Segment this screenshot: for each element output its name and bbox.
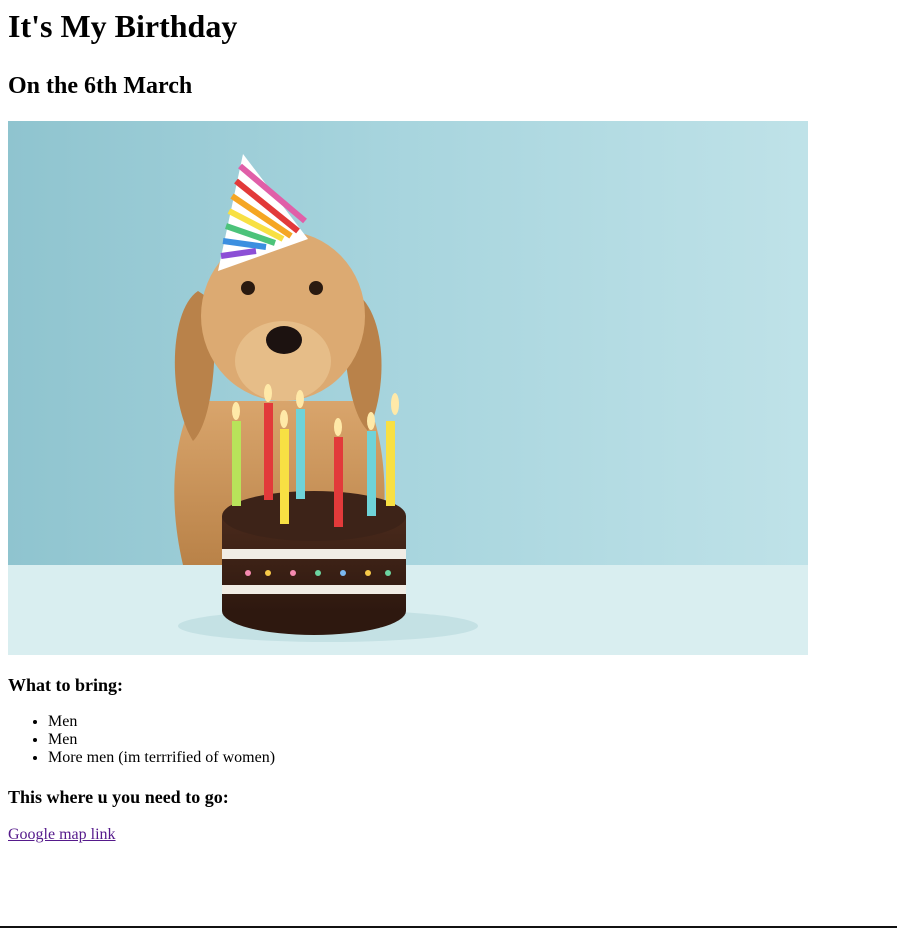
page-title: It's My Birthday xyxy=(8,8,238,44)
google-map-link[interactable]: Google map link xyxy=(8,826,116,843)
birthday-dog-image xyxy=(8,121,808,655)
list-item: Men xyxy=(48,731,889,749)
window-bottom-edge xyxy=(0,926,897,928)
list-item: Men xyxy=(48,713,889,731)
list-item: More men (im terrrified of women) xyxy=(48,749,889,767)
page-content: It's My Birthday On the 6th March What t… xyxy=(0,8,897,844)
bring-list: Men Men More men (im terrrified of women… xyxy=(8,713,889,767)
directions-heading: This where u you need to go: xyxy=(8,787,229,807)
date-heading: On the 6th March xyxy=(8,73,193,99)
bring-heading: What to bring: xyxy=(8,675,124,695)
map-link-paragraph: Google map link xyxy=(8,826,889,844)
